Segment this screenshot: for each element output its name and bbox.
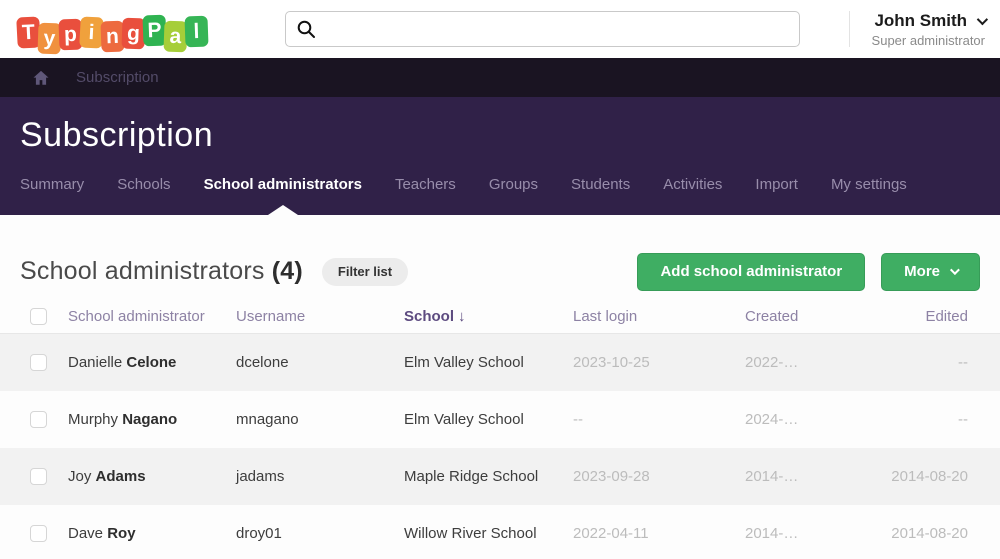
table-header-row: School administrator Username School↓ La…: [0, 300, 1000, 334]
username: droy01: [236, 525, 404, 542]
edited: 2014-08-20: [848, 468, 968, 485]
created: 2022-…: [745, 354, 848, 371]
typingpal-logo[interactable]: T y p i n g P a l: [17, 14, 285, 45]
column-header-admin[interactable]: School administrator: [68, 308, 236, 325]
admin-name: Danielle Celone: [68, 354, 236, 371]
school: Elm Valley School: [404, 354, 573, 371]
sort-desc-icon: ↓: [458, 308, 466, 325]
column-header-school[interactable]: School↓: [404, 308, 573, 325]
first-name: Dave: [68, 525, 103, 542]
first-name: Joy: [68, 468, 91, 485]
home-icon[interactable]: [32, 69, 50, 87]
tab-groups[interactable]: Groups: [489, 176, 538, 215]
first-name: Danielle: [68, 354, 122, 371]
created: 2014-…: [745, 525, 848, 542]
school: Elm Valley School: [404, 411, 573, 428]
last-name: Adams: [96, 468, 146, 485]
list-title: School administrators (4): [20, 257, 303, 286]
page-header: Subscription Summary Schools School admi…: [0, 97, 1000, 215]
chevron-down-icon: [950, 265, 960, 275]
username: mnagano: [236, 411, 404, 428]
list-header: School administrators (4) Filter list Ad…: [0, 215, 1000, 300]
created: 2024-…: [745, 411, 848, 428]
edited: 2014-08-20: [848, 525, 968, 542]
tab-schools[interactable]: Schools: [117, 176, 170, 215]
search-input[interactable]: [285, 11, 800, 47]
table-row[interactable]: Danielle Celone dcelone Elm Valley Schoo…: [0, 334, 1000, 391]
table-row[interactable]: Murphy Nagano mnagano Elm Valley School …: [0, 391, 1000, 448]
row-checkbox[interactable]: [30, 411, 47, 428]
breadcrumb-item[interactable]: Subscription: [76, 69, 159, 86]
user-role: Super administrator: [872, 33, 985, 48]
more-button[interactable]: More: [881, 253, 980, 291]
username: jadams: [236, 468, 404, 485]
add-school-administrator-button[interactable]: Add school administrator: [637, 253, 865, 291]
chevron-down-icon: [977, 13, 988, 24]
search-bar: [285, 11, 800, 47]
admin-name: Murphy Nagano: [68, 411, 236, 428]
tab-activities[interactable]: Activities: [663, 176, 722, 215]
tab-students[interactable]: Students: [571, 176, 630, 215]
column-header-created[interactable]: Created: [745, 308, 848, 325]
tab-import[interactable]: Import: [755, 176, 798, 215]
last-name: Nagano: [122, 411, 177, 428]
user-name: John Smith: [874, 11, 967, 31]
page-title: Subscription: [20, 97, 980, 155]
admin-name: Joy Adams: [68, 468, 236, 485]
username: dcelone: [236, 354, 404, 371]
tab-my-settings[interactable]: My settings: [831, 176, 907, 215]
user-menu: John Smith Super administrator: [849, 11, 985, 48]
column-header-school-label: School: [404, 308, 454, 325]
list-count: (4): [272, 257, 303, 285]
tab-summary[interactable]: Summary: [20, 176, 84, 215]
last-login: 2023-09-28: [573, 468, 745, 485]
row-checkbox[interactable]: [30, 468, 47, 485]
column-header-edited[interactable]: Edited: [848, 308, 968, 325]
column-header-username[interactable]: Username: [236, 308, 404, 325]
tab-teachers[interactable]: Teachers: [395, 176, 456, 215]
row-checkbox[interactable]: [30, 525, 47, 542]
created: 2014-…: [745, 468, 848, 485]
last-name: Celone: [126, 354, 176, 371]
last-login: 2023-10-25: [573, 354, 745, 371]
edited: --: [848, 411, 968, 428]
user-menu-trigger[interactable]: John Smith: [872, 11, 985, 31]
breadcrumb: Subscription: [0, 58, 1000, 97]
row-checkbox[interactable]: [30, 354, 47, 371]
last-login: --: [573, 411, 745, 428]
table-row[interactable]: Joy Adams jadams Maple Ridge School 2023…: [0, 448, 1000, 505]
logo-tile: l: [184, 15, 208, 47]
select-all-checkbox[interactable]: [30, 308, 47, 325]
column-header-last-login[interactable]: Last login: [573, 308, 745, 325]
school: Maple Ridge School: [404, 468, 573, 485]
first-name: Murphy: [68, 411, 118, 428]
tab-school-administrators[interactable]: School administrators: [204, 176, 362, 215]
search-icon: [296, 19, 316, 39]
last-login: 2022-04-11: [573, 525, 745, 542]
top-bar: T y p i n g P a l John Smith Super admin…: [0, 0, 1000, 58]
list-title-text: School administrators: [20, 257, 265, 285]
last-name: Roy: [107, 525, 135, 542]
tab-bar: Summary Schools School administrators Te…: [20, 176, 980, 215]
table-row[interactable]: Dave Roy droy01 Willow River School 2022…: [0, 505, 1000, 559]
filter-list-button[interactable]: Filter list: [322, 258, 408, 286]
admin-name: Dave Roy: [68, 525, 236, 542]
school: Willow River School: [404, 525, 573, 542]
edited: --: [848, 354, 968, 371]
divider: [849, 11, 850, 47]
more-button-label: More: [904, 263, 940, 280]
admin-table: School administrator Username School↓ La…: [0, 300, 1000, 559]
